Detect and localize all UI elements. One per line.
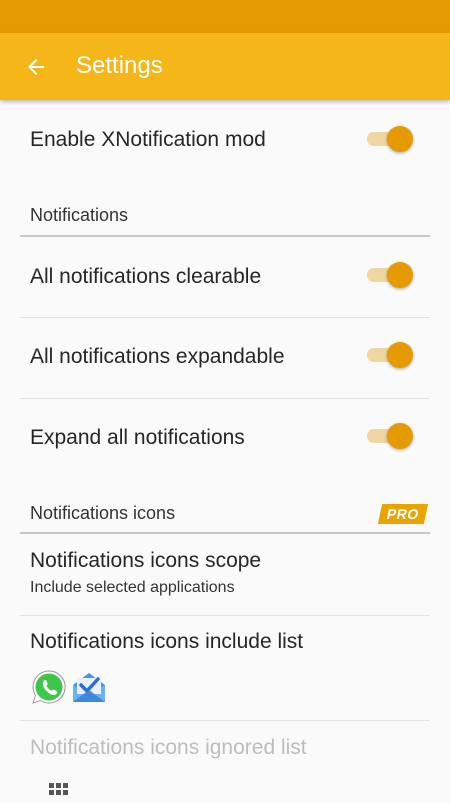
icons-scope-summary: Include selected applications <box>30 579 235 596</box>
enable-mod-label: Enable XNotification mod <box>30 128 266 151</box>
switch-thumb <box>387 423 413 449</box>
whatsapp-icon <box>32 670 66 704</box>
expand-all-switch[interactable] <box>365 421 415 451</box>
clearable-switch[interactable] <box>365 260 415 290</box>
section-header-notifications: Notifications <box>30 205 129 225</box>
pro-badge: PRO <box>377 504 429 524</box>
switch-thumb <box>387 262 413 288</box>
icons-scope-row[interactable]: Notifications icons scope Include select… <box>0 534 450 615</box>
expandable-row[interactable]: All notifications expandable <box>0 318 450 398</box>
enable-mod-row[interactable]: Enable XNotification mod <box>0 100 450 178</box>
expand-all-label: Expand all notifications <box>30 426 245 449</box>
enable-mod-switch[interactable] <box>365 124 415 154</box>
expand-all-row[interactable]: Expand all notifications <box>0 399 450 477</box>
include-list-label: Notifications icons include list <box>30 630 304 653</box>
status-bar <box>0 0 450 33</box>
page-title: Settings <box>76 52 163 79</box>
icons-scope-label: Notifications icons scope <box>30 549 262 572</box>
expandable-label: All notifications expandable <box>30 345 285 368</box>
apps-grid-icon <box>49 783 68 795</box>
app-bar: Settings <box>0 33 450 100</box>
back-button[interactable] <box>14 45 58 89</box>
arrow-left-icon <box>28 59 44 75</box>
expandable-switch[interactable] <box>365 340 415 370</box>
inbox-icon <box>73 673 105 702</box>
switch-thumb <box>387 342 413 368</box>
ignored-list-label: Notifications icons ignored list <box>30 736 307 759</box>
switch-thumb <box>387 126 413 152</box>
clearable-row[interactable]: All notifications clearable <box>0 237 450 317</box>
section-header-notifications-icons: Notifications icons <box>30 503 176 523</box>
clearable-label: All notifications clearable <box>30 265 262 288</box>
